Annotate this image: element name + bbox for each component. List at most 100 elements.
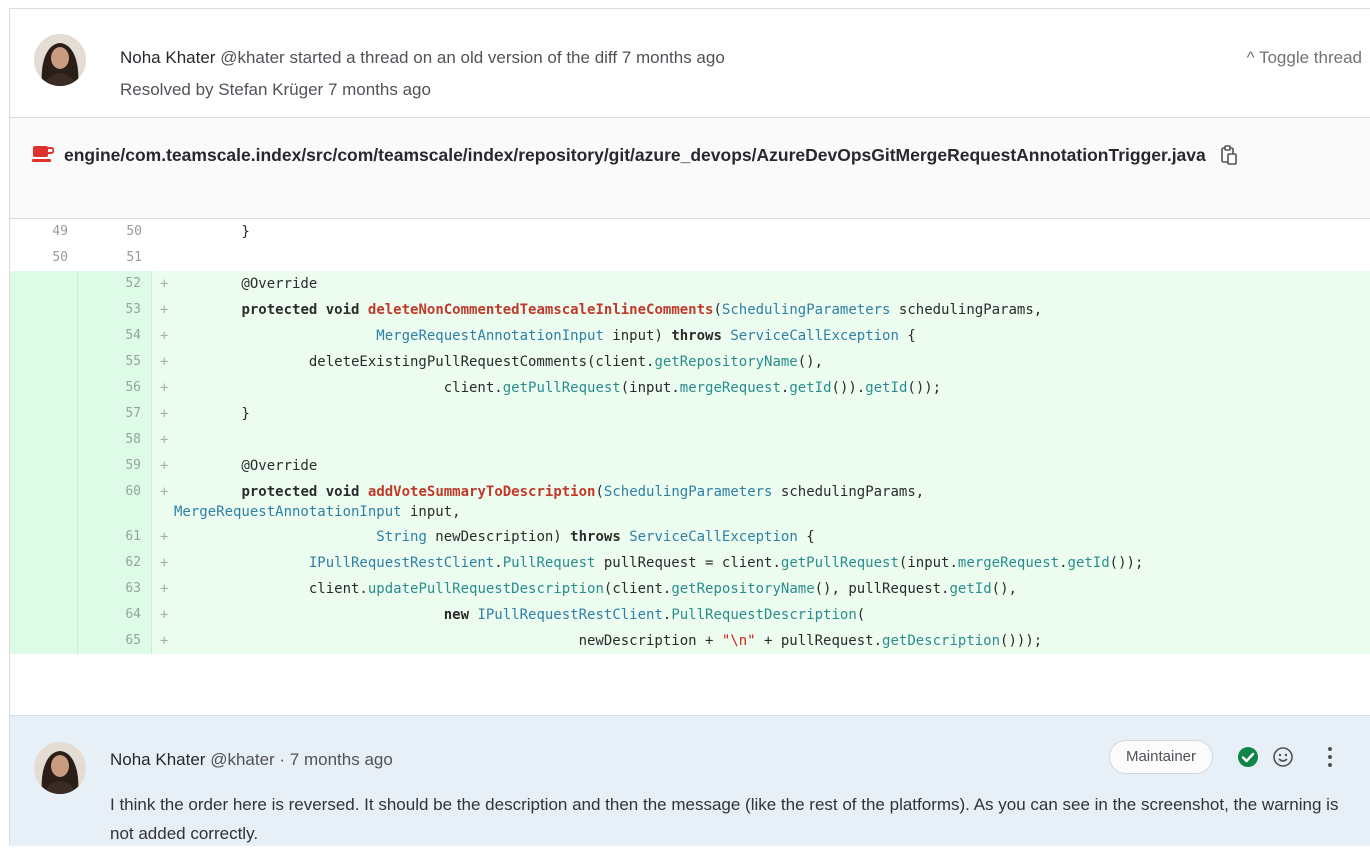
old-line-number[interactable] bbox=[10, 323, 78, 349]
new-line-number[interactable]: 60 bbox=[78, 479, 152, 524]
diff-line-added: 60 + protected void addVoteSummaryToDescr… bbox=[10, 479, 1370, 524]
old-line-number[interactable] bbox=[10, 628, 78, 654]
toggle-thread-button[interactable]: ^ Toggle thread bbox=[1247, 48, 1362, 68]
new-line-number[interactable]: 56 bbox=[78, 375, 152, 401]
added-marker: + bbox=[160, 380, 169, 396]
added-marker: + bbox=[160, 276, 169, 292]
old-line-number[interactable]: 49 bbox=[10, 219, 78, 245]
copy-clipboard-icon[interactable] bbox=[1220, 139, 1238, 180]
new-line-number[interactable]: 55 bbox=[78, 349, 152, 375]
diff-line-added: 62 + IPullRequestRestClient.PullRequest p… bbox=[10, 550, 1370, 576]
new-line-number[interactable]: 61 bbox=[78, 524, 152, 550]
diff-line-added: 63 + client.updatePullRequestDescription(… bbox=[10, 576, 1370, 602]
added-marker: + bbox=[160, 555, 169, 571]
diff-line-added: 58 + bbox=[10, 427, 1370, 453]
added-marker: + bbox=[160, 328, 169, 344]
code-line: String newDescription) throws ServiceCal… bbox=[376, 529, 815, 545]
code-line: new IPullRequestRestClient.PullRequestDe… bbox=[443, 607, 866, 623]
code-line: } bbox=[174, 224, 250, 240]
added-marker: + bbox=[160, 354, 169, 370]
author-name[interactable]: Noha Khater bbox=[120, 48, 215, 67]
code-line: IPullRequestRestClient.PullRequest pullR… bbox=[308, 555, 1144, 571]
diff-line-added: 52 + @Override bbox=[10, 271, 1370, 297]
new-line-number[interactable]: 54 bbox=[78, 323, 152, 349]
new-line-number[interactable]: 62 bbox=[78, 550, 152, 576]
resolved-by-user[interactable]: Stefan Krüger bbox=[218, 80, 323, 99]
author-handle[interactable]: @khater bbox=[220, 48, 285, 67]
old-line-number[interactable] bbox=[10, 550, 78, 576]
new-line-number[interactable]: 50 bbox=[78, 219, 152, 245]
code-line: protected void addVoteSummaryToDescripti… bbox=[174, 484, 925, 520]
more-vertical-icon[interactable] bbox=[1326, 746, 1334, 773]
code-line: newDescription + "\n" + pullRequest.getD… bbox=[174, 633, 1043, 649]
added-marker: + bbox=[160, 607, 169, 623]
new-line-number[interactable]: 52 bbox=[78, 271, 152, 297]
thread-action-text: started a thread on an old version of th… bbox=[289, 48, 725, 67]
new-line-number[interactable]: 57 bbox=[78, 401, 152, 427]
new-line-number[interactable]: 51 bbox=[78, 245, 152, 271]
old-line-number[interactable] bbox=[10, 375, 78, 401]
old-line-number[interactable] bbox=[10, 427, 78, 453]
new-line-number[interactable]: 53 bbox=[78, 297, 152, 323]
code-line: protected void deleteNonCommentedTeamsca… bbox=[241, 302, 1043, 318]
diff-line-context: 49 50 } bbox=[10, 219, 1370, 245]
diff-line-added: 53 + protected void deleteNonCommentedTea… bbox=[10, 297, 1370, 323]
old-line-number[interactable] bbox=[10, 401, 78, 427]
java-coffee-icon bbox=[32, 138, 55, 179]
new-line-number[interactable]: 64 bbox=[78, 602, 152, 628]
file-path-row: engine/com.teamscale.index/src/com/teams… bbox=[32, 135, 1342, 180]
diff-line-added: 55 + deleteExistingPullRequestComments(cl… bbox=[10, 349, 1370, 375]
thread-started-line: Noha Khater @khater started a thread on … bbox=[120, 48, 725, 68]
diff-line-added: 64 + new IPullRequestRestClient.PullReque… bbox=[10, 602, 1370, 628]
added-marker: + bbox=[160, 458, 169, 474]
diff-line-added: 61 + String newDescription) throws Servic… bbox=[10, 524, 1370, 550]
old-line-number[interactable] bbox=[10, 524, 78, 550]
diff-line-added: 54 + MergeRequestAnnotationInput input) t… bbox=[10, 323, 1370, 349]
new-line-number[interactable]: 58 bbox=[78, 427, 152, 453]
diff-line-added: 59 + @Override bbox=[10, 453, 1370, 479]
added-marker: + bbox=[160, 484, 169, 500]
old-line-number[interactable] bbox=[10, 453, 78, 479]
added-marker: + bbox=[160, 302, 169, 318]
smiley-icon[interactable] bbox=[1272, 746, 1294, 773]
comment-meta[interactable]: @khater · 7 months ago bbox=[210, 750, 393, 769]
new-line-number[interactable]: 65 bbox=[78, 628, 152, 654]
diff-view: 49 50 } 50 51 52 + @Override 53 + protected voi… bbox=[10, 219, 1370, 714]
old-line-number[interactable] bbox=[10, 479, 78, 524]
file-path[interactable]: engine/com.teamscale.index/src/com/teams… bbox=[64, 145, 1206, 165]
file-header: engine/com.teamscale.index/src/com/teams… bbox=[10, 118, 1370, 219]
avatar[interactable] bbox=[34, 34, 86, 86]
old-line-number[interactable] bbox=[10, 602, 78, 628]
added-marker: + bbox=[160, 432, 169, 448]
old-line-number[interactable] bbox=[10, 576, 78, 602]
added-marker: + bbox=[160, 529, 169, 545]
comment-header: Noha Khater @khater · 7 months ago bbox=[110, 750, 393, 770]
diff-line-context: 50 51 bbox=[10, 245, 1370, 271]
new-line-number[interactable]: 59 bbox=[78, 453, 152, 479]
comment: Noha Khater @khater · 7 months ago Maint… bbox=[10, 715, 1370, 846]
diff-line-added: 65 + newDescription + "\n" + pullRequest.… bbox=[10, 628, 1370, 654]
code-line: client.updatePullRequestDescription(clie… bbox=[174, 581, 1017, 597]
resolved-line: Resolved by Stefan Krüger 7 months ago bbox=[120, 80, 431, 100]
thread-header: Noha Khater @khater started a thread on … bbox=[10, 9, 1370, 118]
old-line-number[interactable] bbox=[10, 297, 78, 323]
code-line: } bbox=[174, 406, 250, 422]
added-marker: + bbox=[160, 581, 169, 597]
old-line-number[interactable] bbox=[10, 349, 78, 375]
code-line: MergeRequestAnnotationInput input) throw… bbox=[376, 328, 916, 344]
code-line: client.getPullRequest(input.mergeRequest… bbox=[174, 380, 942, 396]
comment-avatar[interactable] bbox=[34, 742, 86, 794]
old-line-number[interactable] bbox=[10, 271, 78, 297]
resolved-prefix: Resolved by bbox=[120, 80, 214, 99]
comment-body: I think the order here is reversed. It s… bbox=[110, 795, 1339, 843]
comment-author-name[interactable]: Noha Khater bbox=[110, 750, 205, 769]
code-line: @Override bbox=[174, 458, 318, 474]
diff-line-added: 57 + } bbox=[10, 401, 1370, 427]
code-line: deleteExistingPullRequestComments(client… bbox=[174, 354, 824, 370]
old-line-number[interactable]: 50 bbox=[10, 245, 78, 271]
added-marker: + bbox=[160, 406, 169, 422]
role-badge: Maintainer bbox=[1109, 740, 1213, 774]
new-line-number[interactable]: 63 bbox=[78, 576, 152, 602]
check-circle-icon[interactable] bbox=[1237, 746, 1259, 773]
resolved-time: 7 months ago bbox=[327, 80, 431, 99]
